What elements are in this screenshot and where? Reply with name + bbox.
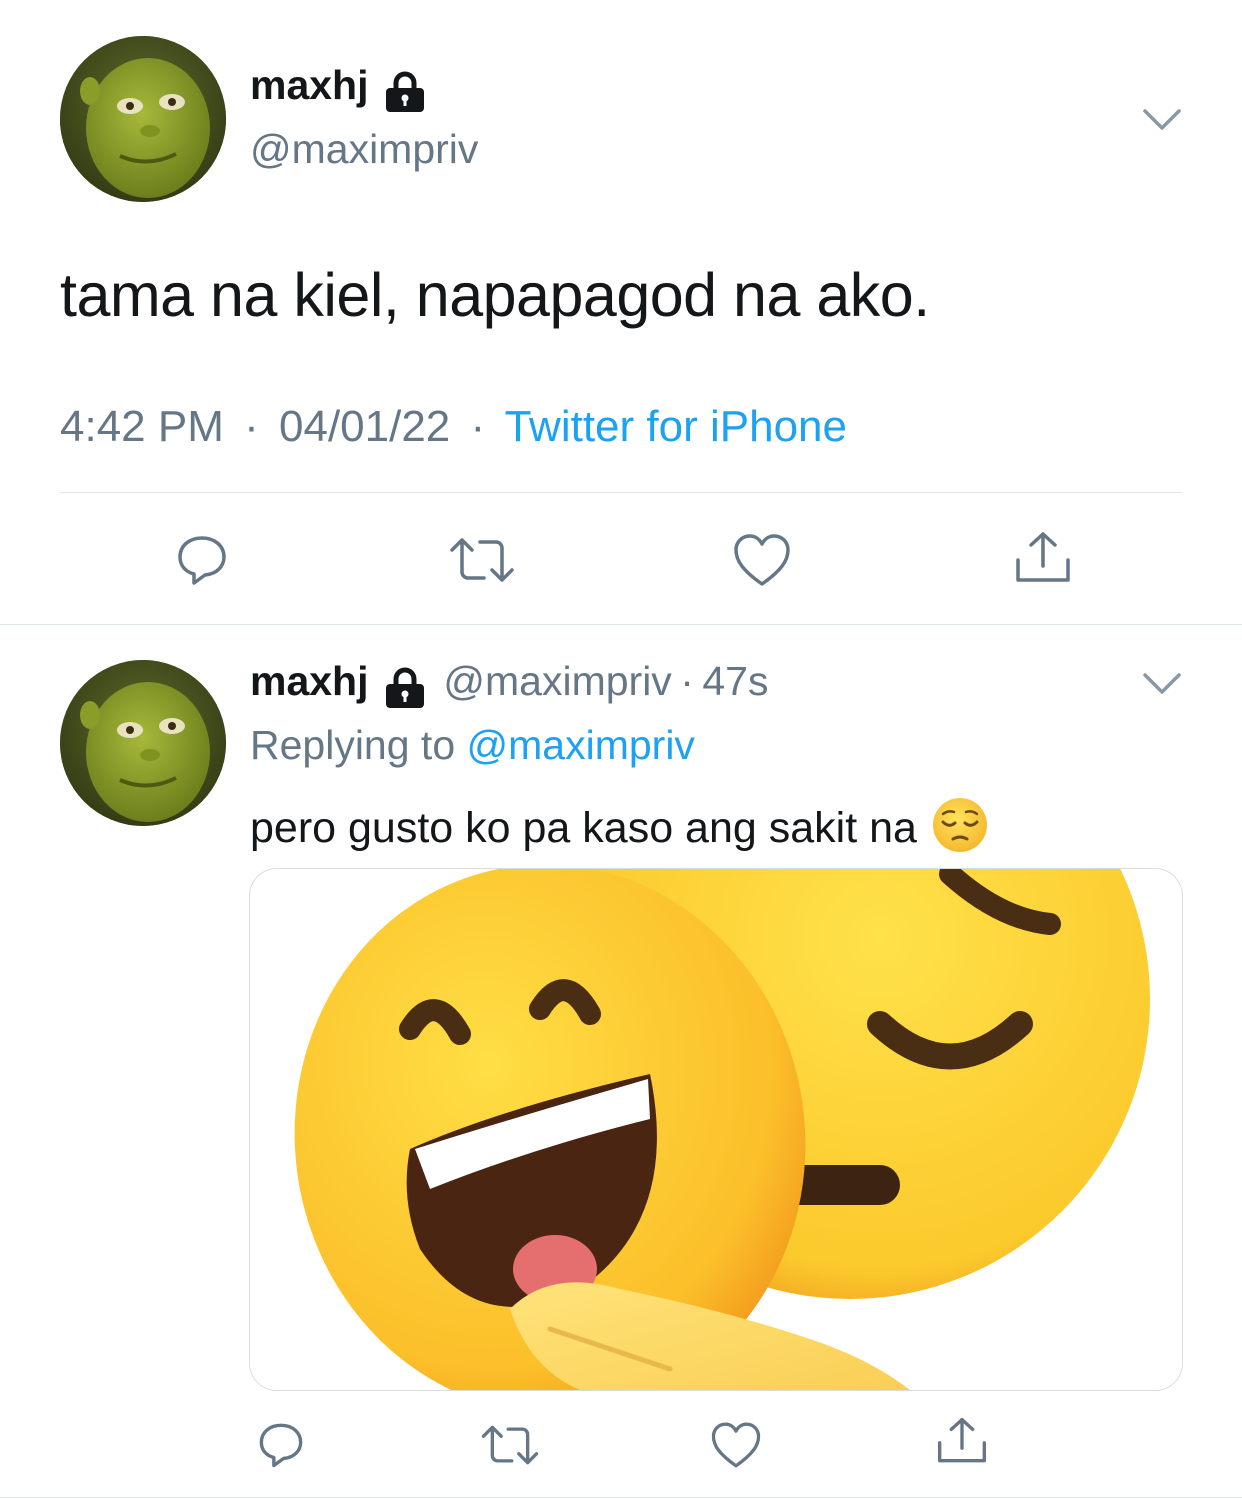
chevron-down-icon — [1143, 109, 1181, 130]
reply-text: pero gusto ko pa kaso ang sakit na — [250, 796, 989, 865]
more-options-button[interactable] — [1142, 108, 1182, 137]
reply-like-button[interactable] — [710, 1420, 762, 1470]
pensive-face-emoji — [931, 796, 989, 865]
retweet-icon — [450, 538, 514, 582]
reply-more-options-button[interactable] — [1142, 672, 1182, 701]
author-name[interactable]: maxhj — [250, 62, 369, 108]
replying-to-handle[interactable]: @maximpriv — [467, 722, 695, 768]
meta-separator: · — [680, 658, 694, 704]
meta-divider — [60, 492, 1182, 493]
reply-icon — [178, 536, 226, 585]
reply-icon — [259, 1423, 303, 1468]
like-button[interactable] — [732, 532, 792, 588]
author-handle[interactable]: @maximpriv — [250, 126, 478, 173]
replying-to-label: Replying to — [250, 722, 456, 768]
smiling-mask-emoji-image — [294, 869, 1150, 1390]
meta-separator: · — [244, 402, 259, 451]
share-button[interactable] — [1014, 530, 1072, 586]
lock-icon — [383, 71, 427, 118]
author-avatar[interactable] — [60, 36, 226, 202]
replying-to: Replying to @maximpriv — [250, 722, 695, 769]
tweet-divider — [0, 624, 1242, 625]
bottom-divider — [0, 1497, 1242, 1498]
share-icon — [937, 1417, 987, 1463]
reply-header-row: maxhj @maximpriv · 47s — [250, 658, 768, 714]
tweet-media-image[interactable] — [249, 868, 1183, 1391]
tweet-time[interactable]: 4:42 PM — [60, 402, 224, 451]
reply-share-button[interactable] — [936, 1416, 988, 1466]
tweet-meta: 4:42 PM · 04/01/22 · Twitter for iPhone — [60, 402, 847, 452]
tweet-text: tama na kiel, napapagod na ako. — [60, 261, 930, 329]
chevron-down-icon — [1143, 673, 1181, 694]
retweet-icon — [481, 1425, 539, 1465]
lock-icon — [383, 667, 427, 714]
retweet-button[interactable] — [448, 534, 516, 586]
reply-author-avatar[interactable] — [60, 660, 226, 826]
share-icon — [1016, 532, 1070, 582]
like-icon — [711, 1422, 761, 1468]
meta-separator: · — [470, 402, 486, 451]
reply-author-name[interactable]: maxhj — [250, 658, 369, 704]
reply-text-content: pero gusto ko pa kaso ang sakit na — [250, 803, 917, 852]
reply-button[interactable] — [174, 532, 230, 588]
like-icon — [734, 534, 790, 586]
tweet-source-link[interactable]: Twitter for iPhone — [505, 402, 847, 451]
reply-retweet-button[interactable] — [480, 1422, 540, 1468]
author-name-row: maxhj — [250, 62, 427, 122]
reply-timestamp[interactable]: 47s — [702, 658, 768, 704]
reply-reply-button[interactable] — [256, 1420, 306, 1470]
reply-author-handle[interactable]: @maximpriv — [443, 658, 671, 704]
tweet-date[interactable]: 04/01/22 — [279, 402, 450, 451]
